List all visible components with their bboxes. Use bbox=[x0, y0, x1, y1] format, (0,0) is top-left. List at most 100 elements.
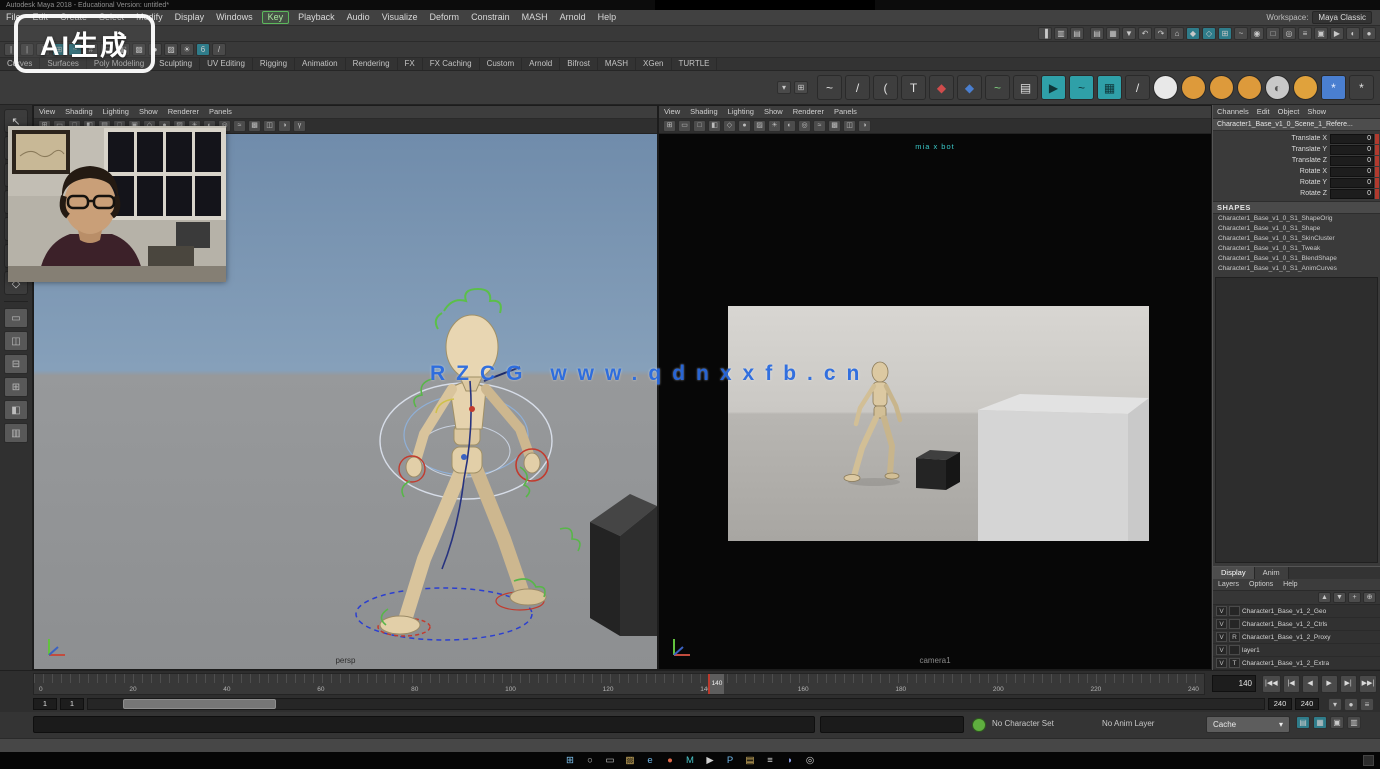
step-back-frame-button[interactable]: |◀ bbox=[1283, 675, 1300, 693]
paint-mode-icon[interactable]: / bbox=[212, 43, 226, 56]
dope-sheet-icon[interactable]: ▤ bbox=[1013, 75, 1038, 100]
hypershade-persp-layout-icon[interactable]: ▥ bbox=[4, 423, 28, 443]
layer-name[interactable]: Character1_Base_v1_2_Geo bbox=[1242, 608, 1326, 615]
discord-icon[interactable]: ◗ bbox=[784, 754, 797, 767]
gamma-icon[interactable]: γ bbox=[293, 120, 306, 132]
anti-aliasing-icon[interactable]: ≈ bbox=[233, 120, 246, 132]
ambient-occlusion-icon[interactable]: ◎ bbox=[798, 120, 811, 132]
folder-icon[interactable]: ▤ bbox=[744, 754, 757, 767]
select-by-component-icon[interactable]: ◇ bbox=[1202, 27, 1216, 40]
brush-tool-icon[interactable]: / bbox=[1125, 75, 1150, 100]
select-by-hierarchy-icon[interactable]: ⌂ bbox=[1170, 27, 1184, 40]
menu-help[interactable]: Help bbox=[592, 10, 623, 25]
viewport-camera[interactable]: ViewShadingLightingShowRendererPanels ⊞▭… bbox=[658, 105, 1212, 670]
frame-rate-icon[interactable]: 6 bbox=[196, 43, 210, 56]
shelf-tab-xgen[interactable]: XGen bbox=[636, 58, 671, 70]
animation-end-field[interactable]: 240 bbox=[1295, 698, 1319, 710]
snap-to-grid-icon[interactable]: ⊞ bbox=[1218, 27, 1232, 40]
layer-visibility-toggle[interactable]: V bbox=[1216, 645, 1227, 655]
layer-row[interactable]: V Character1_Base_v1_2_Ctrls bbox=[1213, 618, 1380, 631]
channel-value-field[interactable]: 0 bbox=[1330, 156, 1374, 166]
wireframe-mode-icon[interactable]: ◇ bbox=[723, 120, 736, 132]
shelf-tab-rendering[interactable]: Rendering bbox=[346, 58, 398, 70]
lighting-display-icon[interactable]: ☀ bbox=[180, 43, 194, 56]
graph-editor-icon[interactable]: ~ bbox=[985, 75, 1010, 100]
anim-layer-dropdown[interactable]: No Anim Layer bbox=[1102, 719, 1154, 728]
four-pane-layout-icon[interactable]: ⊞ bbox=[4, 377, 28, 397]
search-icon[interactable]: ○ bbox=[584, 754, 597, 767]
channel-rotate-z[interactable]: Rotate Z bbox=[1216, 190, 1330, 197]
snap-to-point-icon[interactable]: ◉ bbox=[1250, 27, 1264, 40]
layer-row[interactable]: V layer1 bbox=[1213, 644, 1380, 657]
make-live-icon[interactable]: ◎ bbox=[1282, 27, 1296, 40]
channel-value-field[interactable]: 0 bbox=[1330, 189, 1374, 199]
shelf-tab-rigging[interactable]: Rigging bbox=[253, 58, 295, 70]
orange-pearl-material-icon[interactable] bbox=[1293, 75, 1318, 100]
layer-display-mode-toggle[interactable] bbox=[1229, 606, 1240, 616]
step-forward-frame-button[interactable]: ▶| bbox=[1340, 675, 1357, 693]
range-slider-handle[interactable] bbox=[123, 699, 276, 709]
layer-display-mode-toggle[interactable] bbox=[1229, 645, 1240, 655]
shelf-tab-arnold[interactable]: Arnold bbox=[522, 58, 560, 70]
orange-sphere-material-2-icon[interactable] bbox=[1209, 75, 1234, 100]
motion-trail-icon[interactable]: ~ bbox=[1069, 75, 1094, 100]
film-gate-icon[interactable]: ▭ bbox=[678, 120, 691, 132]
shaded-mode-icon[interactable]: ● bbox=[738, 120, 751, 132]
use-all-lights-icon[interactable]: ☀ bbox=[768, 120, 781, 132]
orange-sphere-material-3-icon[interactable] bbox=[1237, 75, 1262, 100]
shelf-tab-animation[interactable]: Animation bbox=[295, 58, 346, 70]
menu-playback[interactable]: Playback bbox=[292, 10, 341, 25]
layer-display-mode-toggle[interactable]: R bbox=[1229, 632, 1240, 642]
script-editor-icon[interactable]: ▤ bbox=[1296, 716, 1310, 729]
menu-key-highlighted[interactable]: Key bbox=[262, 11, 290, 24]
channel-value-field[interactable]: 0 bbox=[1330, 167, 1374, 177]
set-breakdown-icon[interactable]: ◆ bbox=[957, 75, 982, 100]
grid-toggle-icon[interactable]: ⊞ bbox=[663, 120, 676, 132]
panel-menu-panels[interactable]: Panels bbox=[204, 106, 237, 118]
animation-start-field[interactable]: 1 bbox=[33, 698, 57, 710]
modeling-toolkit-toggle-icon[interactable]: ▣ bbox=[1330, 716, 1344, 729]
layer-display-mode-toggle[interactable]: T bbox=[1229, 658, 1240, 668]
layer-menu-layers[interactable]: Layers bbox=[1213, 581, 1244, 588]
shelf-options-icon[interactable]: ⊞ bbox=[794, 81, 808, 94]
shelf-menu-icon[interactable]: ▾ bbox=[777, 81, 791, 94]
tool-settings-toggle-icon[interactable]: ▤ bbox=[1070, 27, 1084, 40]
layer-display-mode-toggle[interactable] bbox=[1229, 619, 1240, 629]
layer-row[interactable]: V T Character1_Base_v1_2_Extra bbox=[1213, 657, 1380, 670]
shelf-tab-uv-editing[interactable]: UV Editing bbox=[200, 58, 253, 70]
textured-display-icon[interactable]: ▨ bbox=[164, 43, 178, 56]
layer-visibility-toggle[interactable]: V bbox=[1216, 632, 1227, 642]
edge-browser-icon[interactable]: e bbox=[644, 754, 657, 767]
notification-center-icon[interactable] bbox=[1363, 755, 1374, 766]
menu-display[interactable]: Display bbox=[169, 10, 211, 25]
open-scene-icon[interactable]: ▦ bbox=[1106, 27, 1120, 40]
playback-end-field[interactable]: 240 bbox=[1268, 698, 1292, 710]
panel-menu-view[interactable]: View bbox=[659, 106, 685, 118]
layer-menu-options[interactable]: Options bbox=[1244, 581, 1278, 588]
shelf-tab-turtle[interactable]: TURTLE bbox=[672, 58, 718, 70]
layer-row[interactable]: V R Character1_Base_v1_2_Proxy bbox=[1213, 631, 1380, 644]
text-tool-icon[interactable]: T bbox=[901, 75, 926, 100]
camera-render-region[interactable] bbox=[728, 306, 1149, 541]
menu-visualize[interactable]: Visualize bbox=[376, 10, 424, 25]
shape-node-name[interactable]: Character1_Base_v1_0_S1_AnimCurves bbox=[1213, 264, 1380, 274]
menu-deform[interactable]: Deform bbox=[424, 10, 466, 25]
pencil-curve-tool-icon[interactable]: / bbox=[845, 75, 870, 100]
textured-mode-icon[interactable]: ▨ bbox=[753, 120, 766, 132]
auto-key-icon[interactable]: ● bbox=[1344, 698, 1358, 711]
menu-audio[interactable]: Audio bbox=[341, 10, 376, 25]
range-slider-track[interactable] bbox=[87, 698, 1265, 710]
start-button[interactable]: ⊞ bbox=[564, 754, 577, 767]
open-render-view-icon[interactable]: ▣ bbox=[1314, 27, 1328, 40]
shape-node-name[interactable]: Character1_Base_v1_0_S1_Shape bbox=[1213, 224, 1380, 234]
layer-visibility-toggle[interactable]: V bbox=[1216, 619, 1227, 629]
go-to-end-button[interactable]: ▶▶| bbox=[1359, 675, 1378, 693]
chrome-browser-icon[interactable]: ● bbox=[664, 754, 677, 767]
select-by-object-icon[interactable]: ◆ bbox=[1186, 27, 1200, 40]
snap-to-plane-icon[interactable]: □ bbox=[1266, 27, 1280, 40]
character-set-key-icon[interactable] bbox=[972, 718, 986, 732]
animation-preferences-icon[interactable]: ≡ bbox=[1360, 698, 1374, 711]
channel-box-object-name[interactable]: Character1_Base_v1_0_Scene_1_Refere... bbox=[1213, 119, 1380, 131]
layer-name[interactable]: Character1_Base_v1_2_Extra bbox=[1242, 660, 1329, 667]
xray-mode-icon[interactable]: ▩ bbox=[248, 120, 261, 132]
